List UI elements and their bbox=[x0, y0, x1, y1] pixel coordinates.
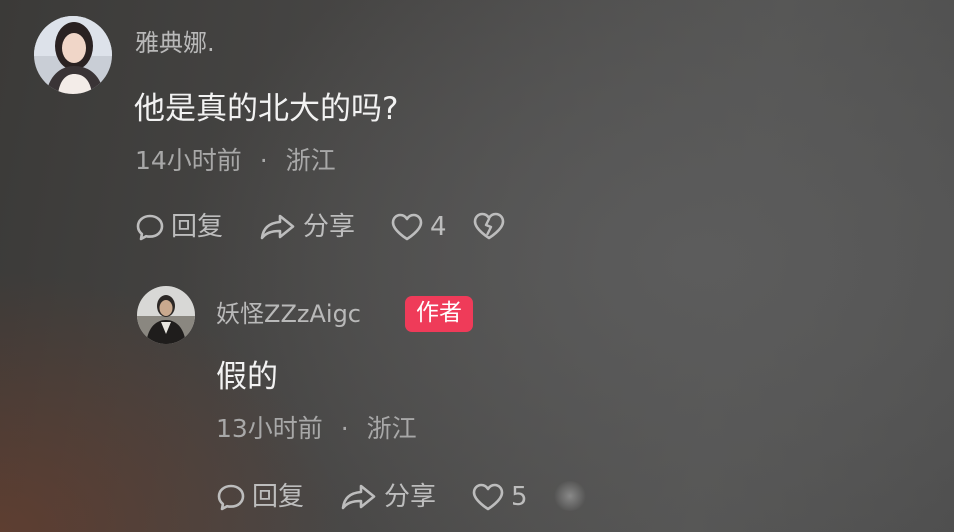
share-arrow-icon bbox=[260, 214, 295, 240]
comment-bubble-icon bbox=[217, 484, 245, 511]
comment-text: 他是真的北大的吗? bbox=[134, 91, 399, 127]
reply-button[interactable]: 回复 bbox=[216, 481, 304, 513]
blurred-dislike-icon[interactable] bbox=[553, 481, 587, 511]
comment-meta: 14小时前 · 浙江 bbox=[135, 145, 336, 177]
username[interactable]: 妖怪ZZzAigc bbox=[216, 299, 361, 329]
comment-bubble-icon bbox=[136, 214, 164, 241]
reply-label: 回复 bbox=[252, 482, 305, 512]
share-button[interactable]: 分享 bbox=[259, 211, 355, 243]
like-button[interactable]: 5 bbox=[471, 481, 528, 513]
username[interactable]: 雅典娜. bbox=[135, 28, 215, 58]
comment-section: 雅典娜. 他是真的北大的吗? 14小时前 · 浙江 回复 分享 4 妖怪ZZzA… bbox=[0, 0, 954, 532]
user-avatar-image bbox=[137, 286, 195, 344]
reply-label: 回复 bbox=[171, 212, 224, 242]
comment-text: 假的 bbox=[216, 359, 278, 395]
location: 浙江 bbox=[285, 146, 336, 175]
author-badge: 作者 bbox=[405, 296, 473, 332]
like-button[interactable]: 4 bbox=[390, 211, 447, 243]
user-avatar-image bbox=[34, 16, 112, 94]
timestamp: 13小时前 bbox=[216, 414, 323, 443]
broken-heart-icon bbox=[473, 212, 505, 240]
like-count: 5 bbox=[511, 482, 528, 512]
comment-meta: 13小时前 · 浙江 bbox=[216, 413, 417, 445]
share-label: 分享 bbox=[384, 482, 437, 512]
share-button[interactable]: 分享 bbox=[340, 481, 436, 513]
avatar[interactable] bbox=[34, 16, 112, 94]
heart-icon bbox=[391, 213, 423, 241]
reply-button[interactable]: 回复 bbox=[135, 211, 223, 243]
avatar[interactable] bbox=[137, 286, 195, 344]
share-arrow-icon bbox=[341, 484, 376, 510]
share-label: 分享 bbox=[303, 212, 356, 242]
location: 浙江 bbox=[366, 414, 417, 443]
dislike-button[interactable] bbox=[472, 211, 506, 245]
separator: · bbox=[340, 414, 349, 443]
like-count: 4 bbox=[430, 212, 447, 242]
timestamp: 14小时前 bbox=[135, 146, 242, 175]
separator: · bbox=[259, 146, 268, 175]
heart-icon bbox=[472, 483, 504, 511]
